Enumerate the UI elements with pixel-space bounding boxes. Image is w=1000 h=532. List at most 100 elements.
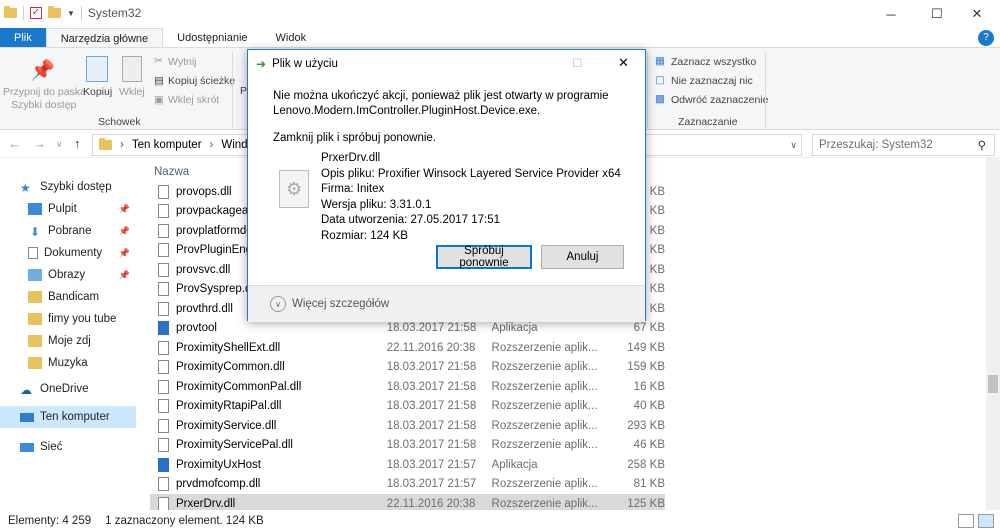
file-name-cell: ProximityServicePal.dll bbox=[176, 439, 293, 452]
dialog-message-2: Lenovo.Modern.ImController.PluginHost.De… bbox=[273, 105, 541, 117]
file-size-cell: 40 KB bbox=[633, 400, 665, 413]
dll-file-icon bbox=[158, 204, 169, 219]
nav-item-pictures[interactable]: Obrazy 📌 bbox=[0, 264, 136, 286]
group-select: Zaznaczanie bbox=[678, 116, 738, 128]
up-icon[interactable]: ↑ bbox=[74, 136, 81, 151]
file-size-cell: 125 KB bbox=[627, 497, 665, 510]
nav-this-pc[interactable]: Ten komputer bbox=[0, 406, 136, 428]
cancel-button[interactable]: Anuluj bbox=[541, 245, 624, 269]
file-type-cell: Aplikacja bbox=[491, 322, 538, 335]
window-title: System32 bbox=[87, 6, 142, 20]
tiles-view-icon[interactable] bbox=[978, 514, 994, 528]
scrollbar[interactable] bbox=[986, 158, 1000, 510]
table-row[interactable]: prvdmofcomp.dll 18.03.2017 21:57 Rozszerze… bbox=[150, 475, 665, 495]
scrollbar-thumb[interactable] bbox=[988, 375, 998, 393]
file-size: Rozmiar: 124 KB bbox=[321, 229, 408, 242]
tab-file[interactable]: Plik bbox=[0, 28, 46, 48]
table-row[interactable]: ProximityRtapiPal.dll 18.03.2017 21:58 Roz… bbox=[150, 397, 665, 417]
details-view-icon[interactable] bbox=[958, 514, 974, 528]
dialog-close-button[interactable]: ✕ bbox=[618, 55, 629, 71]
more-details-toggle[interactable]: ∨ Więcej szczegółów bbox=[248, 285, 645, 322]
select-none-button[interactable]: Nie zaznaczaj nic bbox=[671, 75, 753, 87]
select-all-button[interactable]: Zaznacz wszystko bbox=[671, 56, 756, 68]
pin-icon: 📌 bbox=[30, 60, 55, 82]
navigation-pane: ★ Szybki dostęp Pulpit 📌 ⬇ Pobrane 📌 Dokumen… bbox=[0, 158, 140, 510]
cut-button[interactable]: Wytnij bbox=[168, 56, 197, 68]
dll-file-icon bbox=[158, 496, 169, 511]
file-date-cell: 18.03.2017 21:58 bbox=[386, 380, 477, 393]
table-row[interactable]: ProximityCommonPal.dll 18.03.2017 21:58 Ro… bbox=[150, 377, 665, 397]
invert-selection-button[interactable]: Odwróć zaznaczenie bbox=[671, 94, 768, 106]
file-size-cell: 81 KB bbox=[633, 478, 665, 491]
file-date-cell: 18.03.2017 21:57 bbox=[386, 478, 477, 491]
search-input[interactable]: Przeszukaj: System32 ⚲ bbox=[812, 134, 995, 156]
close-button[interactable]: ✕ bbox=[954, 0, 1000, 28]
pin-label-2[interactable]: Szybki dostęp bbox=[11, 99, 76, 111]
dll-file-icon bbox=[158, 360, 169, 375]
folder-icon bbox=[99, 138, 112, 150]
select-all-icon: ▦ bbox=[655, 55, 665, 67]
forward-icon[interactable]: → bbox=[33, 136, 46, 151]
pin-label[interactable]: Przypnij do paska bbox=[3, 86, 86, 98]
file-date-cell: 18.03.2017 21:58 bbox=[386, 361, 477, 374]
file-size-cell: 67 KB bbox=[633, 322, 665, 335]
minimize-button[interactable]: ─ bbox=[868, 0, 914, 28]
folder-icon bbox=[4, 6, 17, 18]
nav-quick-access[interactable]: ★ Szybki dostęp bbox=[0, 176, 136, 198]
file-company: Firma: Initex bbox=[321, 183, 385, 195]
nav-item-fimy[interactable]: fimy you tube bbox=[0, 308, 136, 330]
table-row[interactable]: ProximityShellExt.dll 22.11.2016 20:38 Roz… bbox=[150, 338, 665, 358]
nav-item-moje-zdj[interactable]: Moje zdj bbox=[0, 330, 136, 352]
table-row[interactable]: ProximityCommon.dll 18.03.2017 21:58 Rozsz… bbox=[150, 358, 665, 378]
file-size-cell: 258 KB bbox=[627, 458, 665, 471]
nav-item-bandicam[interactable]: Bandicam bbox=[0, 286, 136, 308]
file-date-cell: 18.03.2017 21:58 bbox=[386, 322, 477, 335]
file-move-icon: ➜ bbox=[256, 57, 267, 71]
copy-path-icon: ▤ bbox=[154, 75, 164, 87]
dll-file-icon bbox=[158, 379, 169, 394]
dialog-title: Plik w użyciu bbox=[272, 58, 338, 70]
paste-button[interactable]: Wklej bbox=[119, 86, 145, 98]
table-row[interactable]: ProximityUxHost 18.03.2017 21:57 Aplikacja… bbox=[150, 455, 665, 475]
nav-network[interactable]: Sieć bbox=[0, 436, 136, 458]
tab-view[interactable]: Widok bbox=[262, 28, 321, 48]
nav-item-downloads[interactable]: ⬇ Pobrane 📌 bbox=[0, 220, 136, 242]
properties-icon[interactable]: ✓ bbox=[30, 7, 42, 19]
nav-item-music[interactable]: Muzyka bbox=[0, 352, 136, 374]
tab-share[interactable]: Udostępnianie bbox=[163, 28, 261, 48]
paste-icon bbox=[122, 56, 142, 82]
help-icon[interactable]: ? bbox=[978, 30, 994, 46]
file-details: PrxerDrv.dll Opis pliku: Proxifier Winso… bbox=[321, 151, 621, 244]
breadcrumb-this-pc[interactable]: Ten komputer bbox=[132, 139, 202, 151]
dialog-title-bar: ➜ Plik w użyciu ☐ ✕ bbox=[248, 50, 645, 78]
file-type-cell: Rozszerzenie aplik... bbox=[491, 361, 598, 374]
back-icon[interactable]: ← bbox=[8, 136, 21, 151]
scissors-icon: ✂ bbox=[154, 55, 163, 67]
file-in-use-dialog: ➜ Plik w użyciu ☐ ✕ Nie można ukończyć a… bbox=[247, 49, 646, 322]
nav-onedrive[interactable]: ☁ OneDrive bbox=[0, 378, 136, 400]
new-folder-icon[interactable] bbox=[48, 6, 61, 18]
file-type-cell: Aplikacja bbox=[491, 458, 538, 471]
chevron-down-icon: ∨ bbox=[270, 296, 286, 312]
file-type-cell: Rozszerzenie aplik... bbox=[491, 439, 598, 452]
dll-file-icon bbox=[158, 282, 169, 297]
address-dropdown-icon[interactable]: ∨ bbox=[790, 140, 797, 151]
file-size-cell: 46 KB bbox=[633, 439, 665, 452]
table-row[interactable]: ProximityService.dll 18.03.2017 21:58 Rozs… bbox=[150, 416, 665, 436]
pin-icon: 📌 bbox=[118, 247, 130, 258]
table-row[interactable]: ProximityServicePal.dll 18.03.2017 21:58 R… bbox=[150, 436, 665, 456]
dll-file-icon bbox=[158, 184, 169, 199]
title-bar: ✓ ▼ System32 ─ ☐ ✕ bbox=[0, 0, 1000, 28]
paste-shortcut-button[interactable]: Wklej skrót bbox=[168, 94, 219, 106]
file-size-cell: 159 KB bbox=[627, 361, 665, 374]
copy-path-button[interactable]: Kopiuj ścieżkę bbox=[168, 75, 235, 87]
select-none-icon: ▢ bbox=[655, 74, 665, 86]
retry-button[interactable]: Spróbuj ponownie bbox=[436, 245, 532, 269]
nav-item-documents[interactable]: Dokumenty 📌 bbox=[0, 242, 136, 264]
copy-button[interactable]: Kopiuj bbox=[83, 86, 112, 98]
quick-access-dropdown-icon[interactable]: ▼ bbox=[67, 9, 75, 18]
file-description: Opis pliku: Proxifier Winsock Layered Se… bbox=[321, 167, 621, 180]
nav-item-desktop[interactable]: Pulpit 📌 bbox=[0, 198, 136, 220]
tab-home[interactable]: Narzędzia główne bbox=[45, 28, 164, 48]
recent-dropdown-icon[interactable]: ∨ bbox=[56, 139, 63, 150]
